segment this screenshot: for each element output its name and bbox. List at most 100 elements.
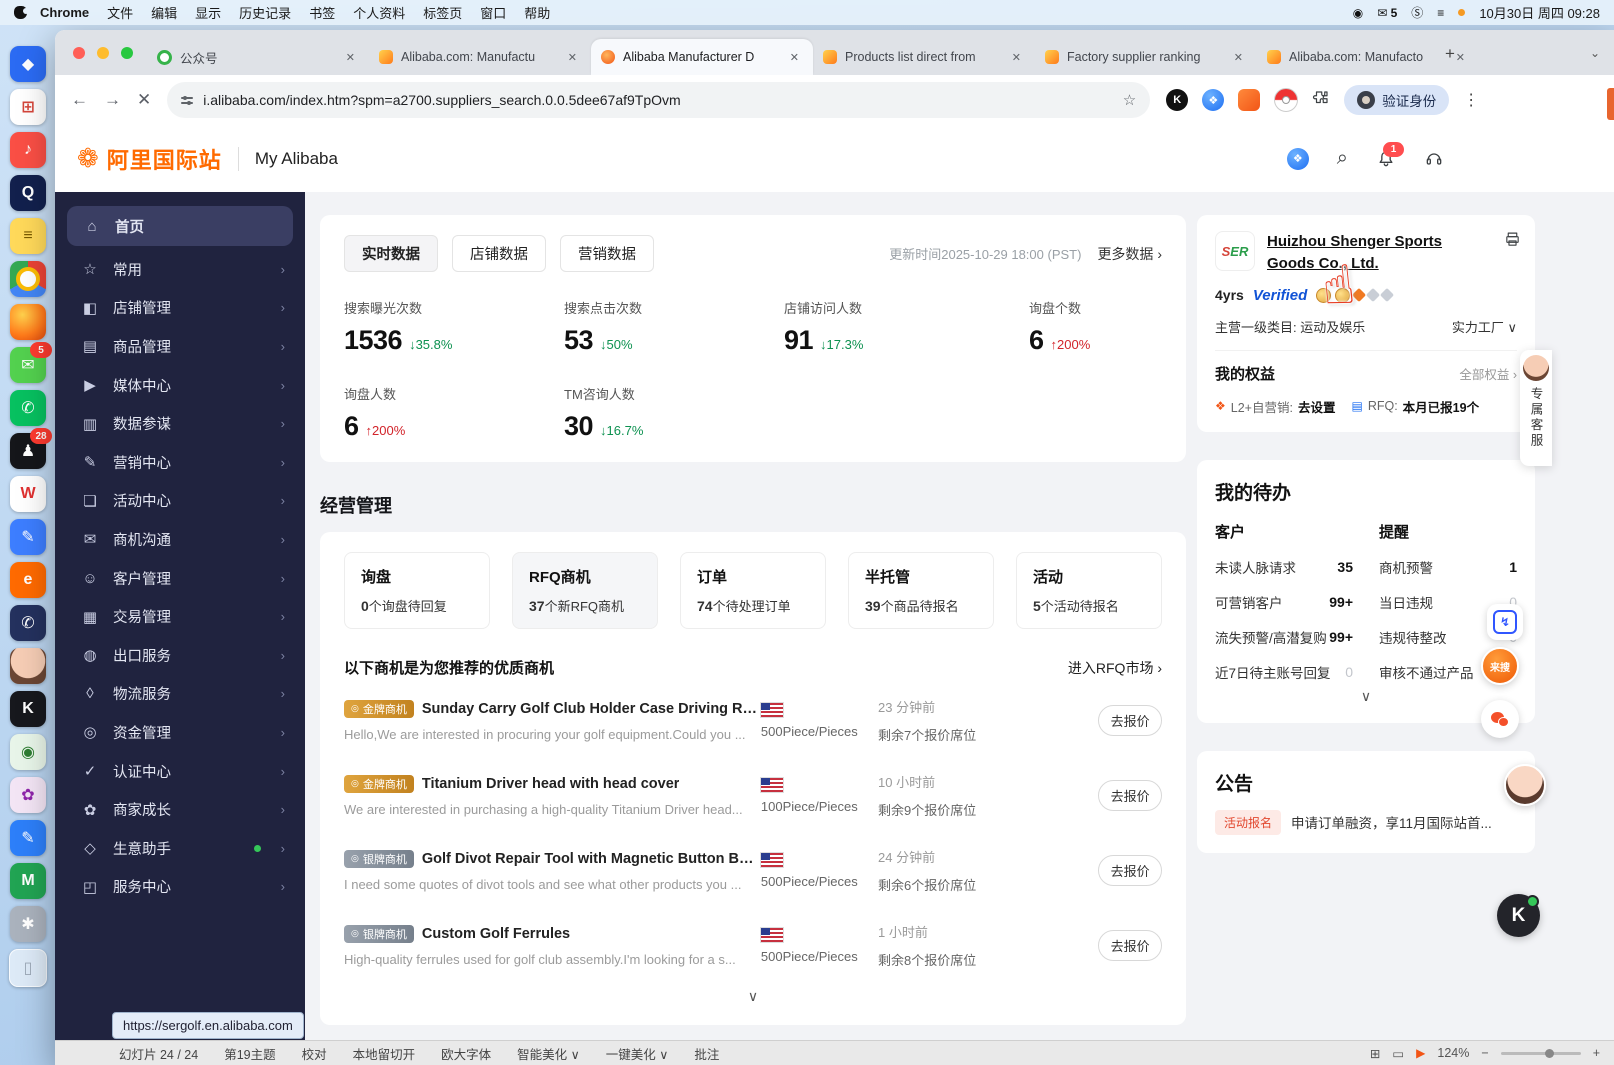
stats-tab[interactable]: 营销数据 — [560, 235, 654, 272]
zoom-in-icon[interactable]: + — [1593, 1046, 1600, 1060]
sidebar-item[interactable]: ▦ 交易管理 › — [55, 597, 305, 636]
toolbar-item[interactable]: 本地留切开 — [353, 1044, 416, 1063]
zoom-out-icon[interactable]: − — [1481, 1046, 1488, 1060]
back-button[interactable]: ← — [71, 90, 88, 110]
sidebar-item[interactable]: ◰ 服务中心 › — [55, 868, 305, 907]
sidebar-item[interactable]: ❏ 活动中心 › — [55, 482, 305, 521]
rfq-title[interactable]: Golf Divot Repair Tool with Magnetic But… — [422, 851, 761, 867]
management-tile[interactable]: 订单 74个待处理订单 — [680, 552, 826, 629]
rfq-row[interactable]: 金牌商机 Sunday Carry Golf Club Holder Case … — [344, 682, 1162, 757]
sidebar-item[interactable]: ✉ 商机沟通 › — [55, 520, 305, 559]
stat-metric[interactable]: TM咨询人数 30 ↓16.7% — [564, 384, 784, 442]
stats-tab[interactable]: 实时数据 — [344, 235, 438, 272]
rfq-row[interactable]: 银牌商机 Custom Golf Ferrules High-quality f… — [344, 907, 1162, 982]
extension-diamond-icon[interactable]: ❖ — [1202, 89, 1225, 111]
management-tile[interactable]: 活动 5个活动待报名 — [1016, 552, 1162, 629]
menubar-item-edit[interactable]: 编辑 — [142, 3, 186, 22]
dock-app-icon[interactable]: ≡ — [10, 218, 46, 254]
menubar-item-window[interactable]: 窗口 — [471, 3, 515, 22]
dock-app-icon[interactable]: ✆ — [10, 605, 46, 641]
stat-metric[interactable]: 询盘人数 6 ↑200% — [344, 384, 564, 442]
verify-identity-button[interactable]: 验证身份 — [1344, 85, 1450, 115]
l2-marketing-benefit[interactable]: ❖ L2+自营销: 去设置 — [1215, 397, 1335, 416]
dock-app-icon[interactable]: ✿ — [10, 777, 46, 813]
sidebar-item[interactable]: ☆ 常用 › — [55, 250, 305, 289]
dock-app-icon[interactable] — [10, 304, 46, 340]
sidebar-item[interactable]: ◇ 生意助手 › — [55, 829, 305, 868]
minimize-window-button[interactable] — [97, 47, 109, 59]
stat-metric[interactable]: 搜索点击次数 53 ↓50% — [564, 298, 784, 356]
todo-expand-chevron-icon[interactable]: ∨ — [1215, 682, 1517, 705]
sidebar-item[interactable]: ◧ 店铺管理 › — [55, 289, 305, 328]
quick-tools-button[interactable]: ↯ — [1487, 604, 1523, 640]
stats-tab[interactable]: 店铺数据 — [452, 235, 546, 272]
dock-app-icon[interactable]: e — [10, 562, 46, 598]
address-bar[interactable]: i.alibaba.com/index.htm?spm=a2700.suppli… — [167, 82, 1151, 118]
s-app-icon[interactable]: Ⓢ — [1411, 4, 1423, 21]
quote-button[interactable]: 去报价 — [1098, 705, 1162, 736]
sidebar-item[interactable]: ▶ 媒体中心 › — [55, 366, 305, 405]
toolbar-item[interactable]: 第19主题 — [224, 1044, 275, 1063]
stat-metric[interactable]: 询盘个数 6 ↑200% — [1029, 298, 1162, 356]
close-window-button[interactable] — [73, 47, 85, 59]
browser-menu-icon[interactable]: ⋮ — [1463, 90, 1479, 110]
dock-app-icon[interactable]: K — [10, 691, 46, 727]
reading-list-strip[interactable] — [1607, 88, 1614, 120]
customer-service-headset-icon[interactable] — [1424, 149, 1444, 169]
dock-app-icon[interactable]: ✆ — [10, 390, 46, 426]
grid-icon[interactable]: ▭ — [1392, 1046, 1404, 1061]
notice-row[interactable]: 活动报名 申请订单融资，享11月国际站首... — [1215, 809, 1517, 835]
l2-setup-link[interactable]: 去设置 — [1298, 397, 1336, 416]
rfq-market-link[interactable]: 进入RFQ市场 › — [1068, 658, 1162, 678]
dock-app-icon[interactable]: M — [10, 863, 46, 899]
extensions-puzzle-icon[interactable] — [1312, 89, 1330, 112]
laisou-button[interactable]: 来搜 — [1481, 647, 1519, 685]
management-tile[interactable]: 询盘 0个询盘待回复 — [344, 552, 490, 629]
sidebar-item[interactable]: ⌂ 首页 › — [67, 206, 293, 246]
menubar-item-bookmarks[interactable]: 书签 — [300, 3, 344, 22]
k-float-button[interactable]: K — [1497, 894, 1540, 937]
site-info-icon[interactable] — [181, 95, 194, 105]
todo-row[interactable]: 商机预警 1 — [1379, 557, 1517, 577]
alibaba-logo-icon[interactable]: ❁ — [77, 143, 99, 174]
dock-app-icon[interactable]: ◉ — [10, 734, 46, 770]
toggle-icon[interactable]: ≡ — [1437, 6, 1444, 20]
toolbar-item[interactable]: 一键美化 ∨ — [606, 1044, 669, 1063]
menubar-item-view[interactable]: 显示 — [186, 3, 230, 22]
sidebar-item[interactable]: ✿ 商家成长 › — [55, 790, 305, 829]
rfq-row[interactable]: 金牌商机 Titanium Driver head with head cove… — [344, 757, 1162, 832]
sidebar-item[interactable]: ▤ 商品管理 › — [55, 327, 305, 366]
toolbar-item[interactable]: 幻灯片 24 / 24 — [119, 1044, 198, 1063]
rfq-title[interactable]: Sunday Carry Golf Club Holder Case Drivi… — [422, 701, 761, 717]
management-tile[interactable]: 半托管 39个商品待报名 — [848, 552, 994, 629]
search-icon[interactable]: ⌕ — [1337, 147, 1348, 170]
rfq-title[interactable]: Titanium Driver head with head cover — [422, 776, 680, 792]
menubar-item-history[interactable]: 历史记录 — [230, 3, 300, 22]
dock-app-icon[interactable]: ▯ — [9, 949, 47, 987]
quote-button[interactable]: 去报价 — [1098, 780, 1162, 811]
management-tile[interactable]: RFQ商机 37个新RFQ商机 — [512, 552, 658, 629]
zoom-slider[interactable] — [1500, 1048, 1581, 1058]
screen-record-icon[interactable]: ◉ — [1353, 6, 1363, 20]
quote-button[interactable]: 去报价 — [1098, 930, 1162, 961]
layout-icon[interactable]: ⊞ — [1370, 1046, 1380, 1061]
verified-badge[interactable]: Verified — [1253, 287, 1307, 304]
browser-tab[interactable]: Alibaba Manufacturer D ✕ — [591, 39, 813, 75]
dock-app-icon[interactable]: Q — [10, 175, 46, 211]
toolbar-item[interactable]: 批注 — [694, 1044, 719, 1063]
todo-row[interactable]: 近7日待主账号回复 0 — [1215, 662, 1353, 682]
sidebar-item[interactable]: ☺ 客户管理 › — [55, 559, 305, 598]
play-icon[interactable]: ▶ — [1416, 1046, 1425, 1060]
sidebar-item[interactable]: ◊ 物流服务 › — [55, 675, 305, 714]
extension-orange-icon[interactable] — [1238, 89, 1261, 111]
printer-icon[interactable] — [1504, 231, 1521, 253]
wechat-menubar-icon[interactable]: ✉ 5 — [1377, 6, 1397, 20]
dock-app-icon[interactable]: ✱ — [10, 906, 46, 942]
toolbar-item[interactable]: 智能美化 ∨ — [517, 1044, 580, 1063]
dock-app-icon[interactable] — [10, 261, 46, 297]
assistant-avatar-button[interactable] — [1504, 764, 1546, 806]
dock-app-icon[interactable] — [10, 648, 46, 684]
sidebar-item[interactable]: ▥ 数据参谋 › — [55, 404, 305, 443]
rfq-row[interactable]: 银牌商机 Golf Divot Repair Tool with Magneti… — [344, 832, 1162, 907]
wechat-float-button[interactable] — [1481, 700, 1519, 738]
